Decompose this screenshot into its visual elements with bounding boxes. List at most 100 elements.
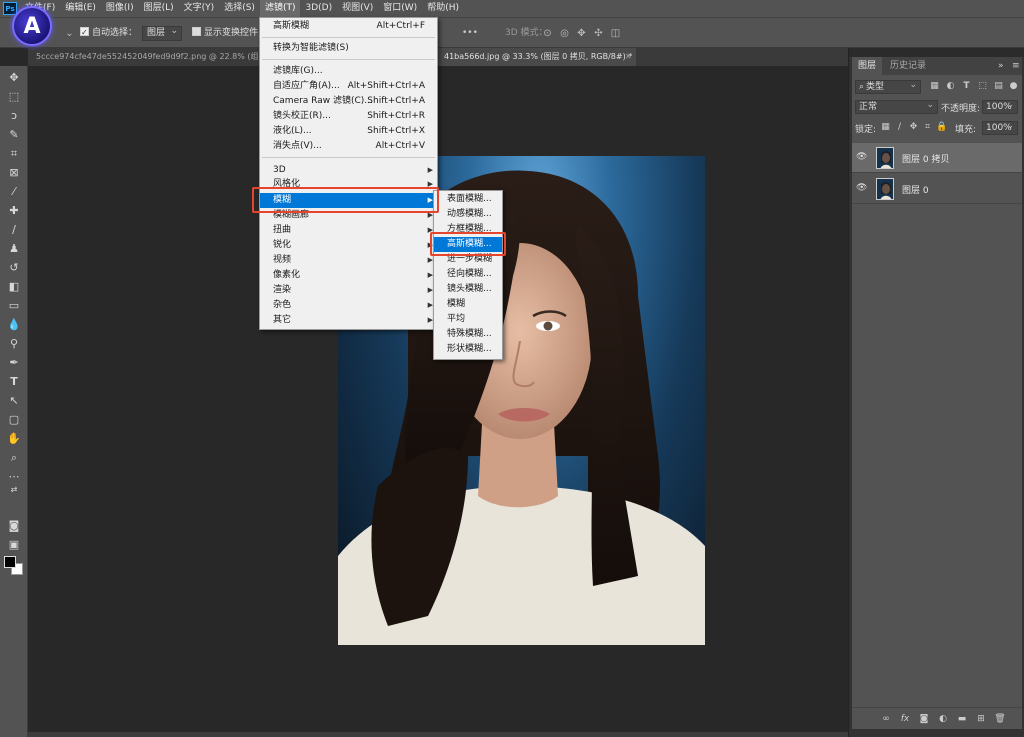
menu-item-3d[interactable]: 3D ▶ [260,163,437,178]
link-layers-icon[interactable]: ∞ [880,713,892,725]
auto-select-checkbox[interactable]: 自动选择： [80,25,137,41]
pan-3d-icon[interactable]: ✥ [574,26,589,41]
submenu-item-smart-blur[interactable]: 特殊模糊... [434,327,502,342]
tab-document-2[interactable]: 41ba566d.jpg @ 33.3% (图层 0 拷贝, RGB/8#) * [436,48,636,66]
adjustment-layer-icon[interactable]: ◐ [937,713,949,725]
clone-stamp-icon[interactable]: ♟ [6,241,22,257]
submenu-item-surface-blur[interactable]: 表面模糊... [434,192,502,207]
menu-layer[interactable]: 图层(L) [139,0,179,17]
filter-type-icon[interactable]: T [961,80,972,92]
menu-type[interactable]: 文字(Y) [179,0,220,17]
lock-all-icon[interactable]: 🔒 [936,121,947,133]
menu-view[interactable]: 视图(V) [337,0,378,17]
menu-item-blur[interactable]: 模糊 ▶ [260,193,437,208]
panel-collapse-bar[interactable] [849,48,1024,57]
roll-3d-icon[interactable]: ◎ [557,26,572,41]
menu-item-liquify[interactable]: 液化(L)... Shift+Ctrl+X [260,124,437,139]
screen-mode-icon[interactable]: ▣ [6,537,22,553]
lock-artboard-icon[interactable]: ⌗ [922,121,933,133]
move-tool-icon[interactable]: ✥ [6,70,22,86]
new-group-icon[interactable]: ▬ [956,713,968,725]
brush-tool-icon[interactable]: ∕ [6,222,22,238]
dodge-tool-icon[interactable]: ⚲ [6,336,22,352]
opacity-field[interactable]: 100% [982,99,1018,114]
chevron-down-icon[interactable]: ⌄ [62,26,77,41]
submenu-item-motion-blur[interactable]: 动感模糊... [434,207,502,222]
submenu-item-gaussian-blur[interactable]: 高斯模糊... [434,237,502,252]
menu-item-smart-filter[interactable]: 转换为智能滤镜(S) [260,41,437,56]
slide-3d-icon[interactable]: ✣ [591,26,606,41]
filter-toggle-icon[interactable]: ● [1008,80,1019,92]
submenu-item-average[interactable]: 平均 [434,312,502,327]
menu-item-video[interactable]: 视频 ▶ [260,253,437,268]
menu-item-stylize[interactable]: 风格化 ▶ [260,177,437,192]
fx-icon[interactable]: fx [899,713,911,725]
add-mask-icon[interactable]: ◙ [918,713,930,725]
crop-tool-icon[interactable]: ⌗ [6,146,22,162]
new-layer-icon[interactable]: ⊞ [975,713,987,725]
menu-window[interactable]: 窗口(W) [378,0,422,17]
blend-mode-dropdown[interactable]: 正常 [855,99,938,114]
layer-row[interactable]: 👁 图层 0 拷贝 [852,143,1022,173]
menu-item-gaussian-blur-last[interactable]: 高斯模糊 Alt+Ctrl+F [260,19,437,34]
rectangle-tool-icon[interactable]: ▢ [6,412,22,428]
panel-menu-icon[interactable]: ≡ [1006,57,1024,75]
menu-item-sharpen[interactable]: 锐化 ▶ [260,238,437,253]
menu-item-filter-gallery[interactable]: 滤镜库(G)... [260,64,437,79]
menu-select[interactable]: 选择(S) [219,0,260,17]
filter-shape-icon[interactable]: ⬚ [977,80,988,92]
more-options-button[interactable]: ••• [462,26,478,41]
close-tab-icon[interactable]: ✕ [622,48,638,66]
menu-item-camera-raw[interactable]: Camera Raw 滤镜(C)... Shift+Ctrl+A [260,94,437,109]
lock-transparency-icon[interactable]: ▦ [880,121,891,133]
healing-brush-icon[interactable]: ✚ [6,203,22,219]
foreground-color[interactable] [4,556,16,568]
hand-tool-icon[interactable]: ✋ [6,431,22,447]
submenu-item-radial-blur[interactable]: 径向模糊... [434,267,502,282]
fill-field[interactable]: 100% [982,120,1018,135]
menu-item-adaptive-wide-angle[interactable]: 自适应广角(A)... Alt+Shift+Ctrl+A [260,79,437,94]
tab-document-1[interactable]: 5ccce974cfe47de552452049fed9d9f2.png @ 2… [28,48,260,66]
menu-item-noise[interactable]: 杂色 ▶ [260,298,437,313]
delete-layer-icon[interactable]: 🗑 [994,713,1006,725]
canvas-area[interactable] [28,66,848,732]
photoshop-logo[interactable]: Ps [3,2,17,15]
submenu-item-blur[interactable]: 模糊 [434,297,502,312]
filter-smart-icon[interactable]: ▤ [993,80,1004,92]
layer-name[interactable]: 图层 0 [902,183,929,196]
path-select-icon[interactable]: ↖ [6,393,22,409]
gradient-tool-icon[interactable]: ▭ [6,298,22,314]
type-tool-icon[interactable]: T [6,374,22,390]
scale-3d-icon[interactable]: ◫ [608,26,623,41]
quick-select-tool-icon[interactable]: ✎ [6,127,22,143]
menu-image[interactable]: 图像(I) [101,0,139,17]
submenu-item-shape-blur[interactable]: 形状模糊... [434,342,502,357]
menu-edit[interactable]: 编辑(E) [60,0,101,17]
submenu-item-box-blur[interactable]: 方框模糊... [434,222,502,237]
orbit-3d-icon[interactable]: ⊙ [540,26,555,41]
menu-help[interactable]: 帮助(H) [422,0,464,17]
auto-select-dropdown[interactable]: 图层 [142,25,183,41]
layer-filter-dropdown[interactable]: ⌕ 类型 [855,79,921,94]
menu-filter[interactable]: 滤镜(T) [259,0,301,17]
layer-name[interactable]: 图层 0 拷贝 [902,152,949,165]
show-transform-checkbox[interactable]: 显示变换控件 [192,26,258,41]
menu-item-blur-gallery[interactable]: 模糊画廊 ▶ [260,208,437,223]
eye-icon[interactable]: 👁 [856,183,868,195]
marquee-tool-icon[interactable]: ⬚ [6,89,22,105]
menu-item-pixelate[interactable]: 像素化 ▶ [260,268,437,283]
quick-mask-icon[interactable]: ◙ [6,518,22,534]
history-brush-icon[interactable]: ↺ [6,260,22,276]
menu-item-render[interactable]: 渲染 ▶ [260,283,437,298]
menu-3d[interactable]: 3D(D) [300,0,337,17]
menu-item-distort[interactable]: 扭曲 ▶ [260,223,437,238]
swap-colors-icon[interactable]: ⇄ [6,482,22,498]
lasso-tool-icon[interactable]: ↄ [6,108,22,124]
filter-adjustment-icon[interactable]: ◐ [945,80,956,92]
eyedropper-tool-icon[interactable]: ⁄ [6,184,22,200]
tab-history[interactable]: 历史记录 [884,57,932,75]
blur-tool-icon[interactable]: 💧 [6,317,22,333]
eye-icon[interactable]: 👁 [856,152,868,164]
menu-item-other[interactable]: 其它 ▶ [260,313,437,328]
pen-tool-icon[interactable]: ✒ [6,355,22,371]
